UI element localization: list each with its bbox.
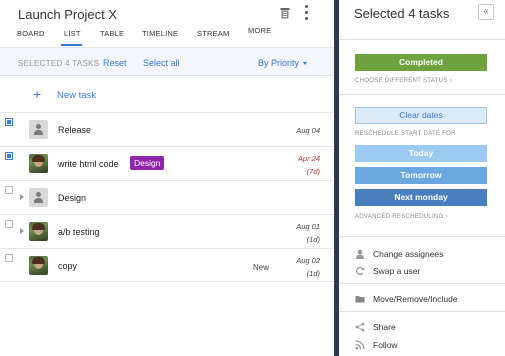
tab-stream[interactable]: STREAM xyxy=(197,29,229,38)
choose-status-label: CHOOSE DIFFERENT STATUS xyxy=(355,78,448,84)
expand-arrow-icon[interactable] xyxy=(20,194,24,200)
bulk-actions-panel: Selected 4 tasks « Completed CHOOSE DIFF… xyxy=(339,0,505,356)
clear-dates-button[interactable]: Clear dates xyxy=(355,107,487,124)
sort-dropdown[interactable]: By Priority xyxy=(258,58,308,68)
task-due-date: Aug 01 xyxy=(296,222,320,231)
swap-icon xyxy=(356,266,365,276)
task-row-design[interactable]: Design xyxy=(0,180,334,214)
task-duration: (1d) xyxy=(306,235,320,244)
swap-user-label: Swap a user xyxy=(373,266,421,276)
tag-badge[interactable]: Design xyxy=(130,156,165,170)
task-due-date: Apr 24 xyxy=(297,154,320,163)
move-label: Move/Remove/Include xyxy=(373,294,458,304)
task-checkbox[interactable] xyxy=(5,152,13,160)
task-date: Apr 24 (7d) xyxy=(298,154,320,176)
tab-list[interactable]: LIST xyxy=(64,29,81,38)
sort-label: By Priority xyxy=(258,58,300,68)
task-checkbox[interactable] xyxy=(5,118,13,126)
chevron-right-icon: › xyxy=(449,78,452,84)
avatar xyxy=(29,154,48,173)
selection-bar: SELECTED 4 TASKS Reset Select all By Pri… xyxy=(0,47,334,76)
user-icon xyxy=(356,249,364,259)
task-due-date: Aug 02 xyxy=(296,256,320,265)
share-icon xyxy=(355,322,365,332)
tab-table[interactable]: TABLE xyxy=(100,29,124,38)
task-checkbox[interactable] xyxy=(5,220,13,228)
advanced-rescheduling-link[interactable]: ADVANCED RESCHEDULING › xyxy=(355,214,448,220)
reschedule-heading: RESCHEDULE START DATE FOR xyxy=(355,131,456,137)
divider xyxy=(339,94,505,95)
collapse-panel-button[interactable]: « xyxy=(478,4,494,20)
task-row-ab-testing[interactable]: a/b testing Aug 01 (1d) xyxy=(0,214,334,248)
divider xyxy=(339,236,505,237)
chevron-right-icon: › xyxy=(445,214,448,220)
today-button[interactable]: Today xyxy=(355,145,487,162)
task-duration: (1d) xyxy=(306,269,320,278)
tab-board[interactable]: BOARD xyxy=(17,29,45,38)
task-name[interactable]: write html code xyxy=(58,159,119,169)
avatar xyxy=(29,120,48,139)
more-options-icon[interactable] xyxy=(305,5,309,21)
reset-link[interactable]: Reset xyxy=(103,58,127,68)
task-row-copy[interactable]: copy New Aug 02 (1d) xyxy=(0,248,334,282)
view-tabs: BOARD LIST TABLE TIMELINE STREAM MORE xyxy=(0,26,334,45)
chevron-down-icon xyxy=(303,62,308,66)
select-all-link[interactable]: Select all xyxy=(143,58,180,68)
next-monday-button[interactable]: Next monday xyxy=(355,189,487,206)
new-task-label: New task xyxy=(57,90,97,101)
task-list-pane: Launch Project X BOARD LIST TABLE TIMELI… xyxy=(0,0,334,356)
selection-count: SELECTED 4 TASKS xyxy=(18,59,100,68)
archive-icon[interactable] xyxy=(280,7,290,19)
advanced-rescheduling-label: ADVANCED RESCHEDULING xyxy=(355,214,444,220)
task-name[interactable]: Design xyxy=(58,193,86,203)
active-tab-indicator xyxy=(61,44,82,46)
task-row-release[interactable]: Release Aug 04 xyxy=(0,112,334,146)
share-label: Share xyxy=(373,322,396,332)
task-row-write-html-code[interactable]: write html code Design Apr 24 (7d) xyxy=(0,146,334,180)
avatar xyxy=(29,256,48,275)
avatar xyxy=(29,188,48,207)
task-duration: (7d) xyxy=(306,167,320,176)
choose-status-link[interactable]: CHOOSE DIFFERENT STATUS › xyxy=(355,78,452,84)
tomorrow-button[interactable]: Tomorrow xyxy=(355,167,487,184)
avatar xyxy=(29,222,48,241)
task-due-date: Aug 04 xyxy=(296,126,320,135)
project-title: Launch Project X xyxy=(18,7,118,22)
task-name[interactable]: copy xyxy=(58,261,77,271)
task-checkbox[interactable] xyxy=(5,186,13,194)
tab-timeline[interactable]: TIMELINE xyxy=(142,29,178,38)
folder-icon xyxy=(355,296,365,303)
tab-more[interactable]: MORE xyxy=(248,26,271,35)
completed-button[interactable]: Completed xyxy=(355,54,487,71)
change-assignees-label: Change assignees xyxy=(373,249,444,259)
status-badge: New xyxy=(253,263,270,272)
follow-label: Follow xyxy=(373,340,398,350)
task-checkbox[interactable] xyxy=(5,254,13,262)
task-name[interactable]: a/b testing xyxy=(58,227,100,237)
task-date: Aug 01 (1d) xyxy=(296,222,320,244)
task-date: Aug 04 xyxy=(296,126,320,135)
expand-arrow-icon[interactable] xyxy=(20,228,24,234)
divider xyxy=(339,283,505,284)
panel-title: Selected 4 tasks xyxy=(354,6,450,21)
task-date: Aug 02 (1d) xyxy=(296,256,320,278)
divider xyxy=(339,311,505,312)
rss-icon xyxy=(355,340,365,350)
plus-icon: + xyxy=(33,86,42,102)
panel-header: Selected 4 tasks « xyxy=(339,0,505,40)
task-name[interactable]: Release xyxy=(58,125,91,135)
